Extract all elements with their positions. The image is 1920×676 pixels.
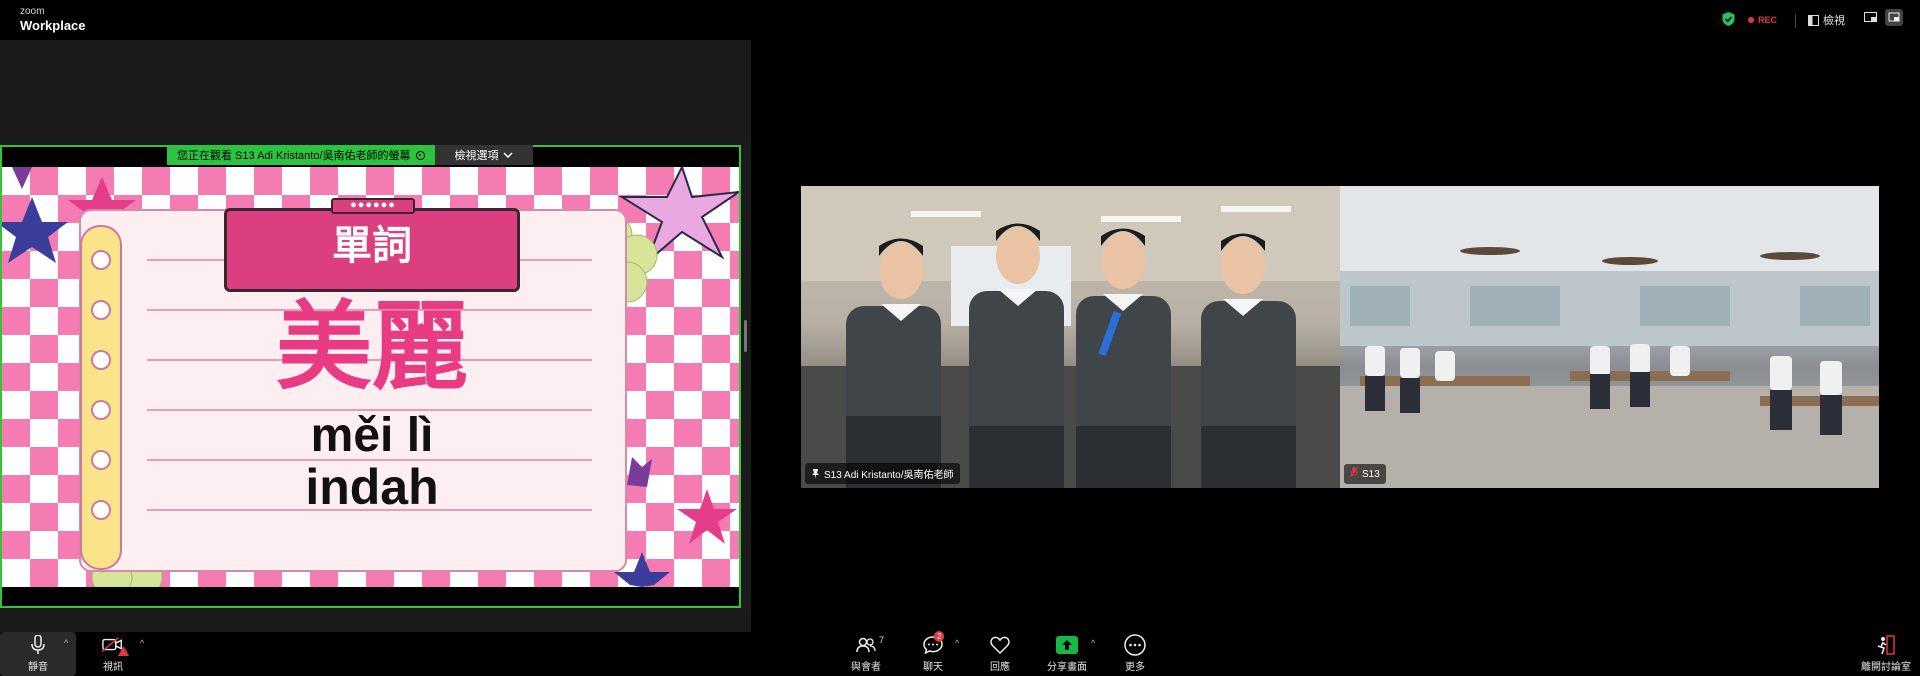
viewing-screen-notice: 您正在觀看 S13 Adi Kristanto/吳南佑老師的螢幕 [167, 145, 435, 165]
video-camera-off-icon [102, 634, 129, 656]
chevron-down-icon [502, 152, 513, 158]
share-options-caret[interactable]: ^ [1091, 638, 1095, 648]
split-resize-handle[interactable] [744, 320, 747, 352]
star-decoration [627, 457, 652, 487]
share-screen-button[interactable]: 分享畫面 [1042, 634, 1092, 673]
view-label: 檢視 [1823, 15, 1845, 27]
chat-label: 聊天 [923, 662, 943, 673]
microphone-icon [27, 634, 49, 656]
record-dot-icon [1748, 17, 1754, 23]
share-screen-label: 分享畫面 [1047, 662, 1087, 673]
grid-view-icon [1808, 14, 1819, 26]
participant-name: S13 Adi Kristanto/吳南佑老師 [824, 470, 954, 481]
view-button[interactable]: 檢視 [1808, 12, 1845, 28]
recording-indicator[interactable]: REC [1748, 15, 1777, 25]
vocab-word-pinyin: měi lì [310, 409, 434, 462]
record-icon [415, 150, 425, 160]
participants-count: 7 [879, 635, 885, 645]
leave-room-icon [1875, 634, 1897, 656]
security-shield-icon[interactable] [1722, 12, 1735, 26]
participant-name-label: S13 [1344, 464, 1386, 484]
shared-screen-frame[interactable]: ●●●●●● 單詞 美麗 měi lì indah [0, 145, 741, 608]
recording-label: REC [1758, 15, 1778, 25]
notebook-ring [91, 400, 111, 420]
participant-name: S13 [1362, 468, 1380, 480]
slide-bottom-bar [2, 587, 739, 606]
pip-button[interactable] [1864, 12, 1877, 22]
star-decoration [2, 197, 68, 263]
more-button[interactable]: 更多 [1110, 634, 1160, 673]
mute-button[interactable]: 靜音 [13, 634, 63, 673]
fullscreen-button[interactable] [1885, 9, 1903, 26]
video-button[interactable]: 視訊 [88, 634, 138, 673]
pin-icon [812, 468, 819, 479]
notebook-ring [91, 450, 111, 470]
share-screen-icon [1056, 634, 1078, 656]
participants-label: 與會者 [851, 662, 881, 673]
leave-breakout-room-button[interactable]: 離開討論室 [1858, 634, 1914, 673]
logo-workplace-text: Workplace [20, 18, 86, 33]
presentation-slide: ●●●●●● 單詞 美麗 měi lì indah [2, 167, 739, 587]
participants-button[interactable]: 7 與會者 [841, 634, 891, 673]
warning-icon [118, 646, 129, 656]
chat-icon: 2 [922, 631, 945, 656]
share-notice-text: 您正在觀看 S13 Adi Kristanto/吳南佑老師的螢幕 [177, 150, 411, 162]
slide-title: 單詞 [332, 223, 412, 269]
star-decoration [677, 489, 737, 544]
logo-zoom-text: zoom [20, 6, 45, 17]
leave-breakout-label: 離開討論室 [1861, 662, 1911, 673]
video-label: 視訊 [103, 662, 123, 673]
notebook-ring [91, 350, 111, 370]
star-decoration [12, 167, 32, 189]
notebook-ring [91, 500, 111, 520]
meeting-toolbar: 靜音 ^ 視訊 ^ 7 與會者 2 聊天 ^ 回應 分享畫面 ^ 更多 離開討論… [0, 631, 1920, 676]
video-feed-hall [1340, 186, 1879, 488]
pip-icon [1864, 12, 1877, 22]
share-banner: 您正在觀看 S13 Adi Kristanto/吳南佑老師的螢幕 檢視選項 [167, 145, 533, 165]
vocab-word-chinese: 美麗 [276, 291, 468, 403]
chat-button[interactable]: 2 聊天 [908, 631, 958, 673]
slide-title-tab: ●●●●●● [331, 198, 415, 214]
view-options-button[interactable]: 檢視選項 [434, 145, 533, 165]
video-options-caret[interactable]: ^ [140, 638, 144, 648]
participants-icon: 7 [855, 634, 884, 656]
mute-label: 靜音 [28, 662, 48, 673]
video-tile[interactable]: S13 Adi Kristanto/吳南佑老師 [801, 186, 1340, 488]
shared-screen-pane: 您正在觀看 S13 Adi Kristanto/吳南佑老師的螢幕 檢視選項 ●●… [0, 40, 751, 632]
reactions-button[interactable]: 回應 [975, 634, 1025, 673]
notebook-ring [91, 300, 111, 320]
notebook-ring [91, 250, 111, 270]
participant-name-label: S13 Adi Kristanto/吳南佑老師 [805, 463, 960, 484]
mic-muted-icon [1349, 466, 1359, 481]
zoom-logo: zoom Workplace [20, 6, 86, 33]
divider [1795, 14, 1796, 28]
heart-icon [989, 634, 1011, 656]
top-bar: zoom Workplace REC 檢視 [0, 0, 1920, 40]
more-label: 更多 [1125, 662, 1145, 673]
reactions-label: 回應 [990, 662, 1010, 673]
audio-options-caret[interactable]: ^ [64, 638, 68, 648]
view-options-label: 檢視選項 [454, 150, 499, 162]
fullscreen-icon [1885, 9, 1903, 26]
video-feed-classroom [801, 186, 1340, 488]
video-tile[interactable]: S13 [1340, 186, 1879, 488]
more-options-icon [1124, 634, 1146, 656]
chat-options-caret[interactable]: ^ [955, 638, 959, 648]
vocab-word-indonesian: indah [305, 459, 439, 515]
